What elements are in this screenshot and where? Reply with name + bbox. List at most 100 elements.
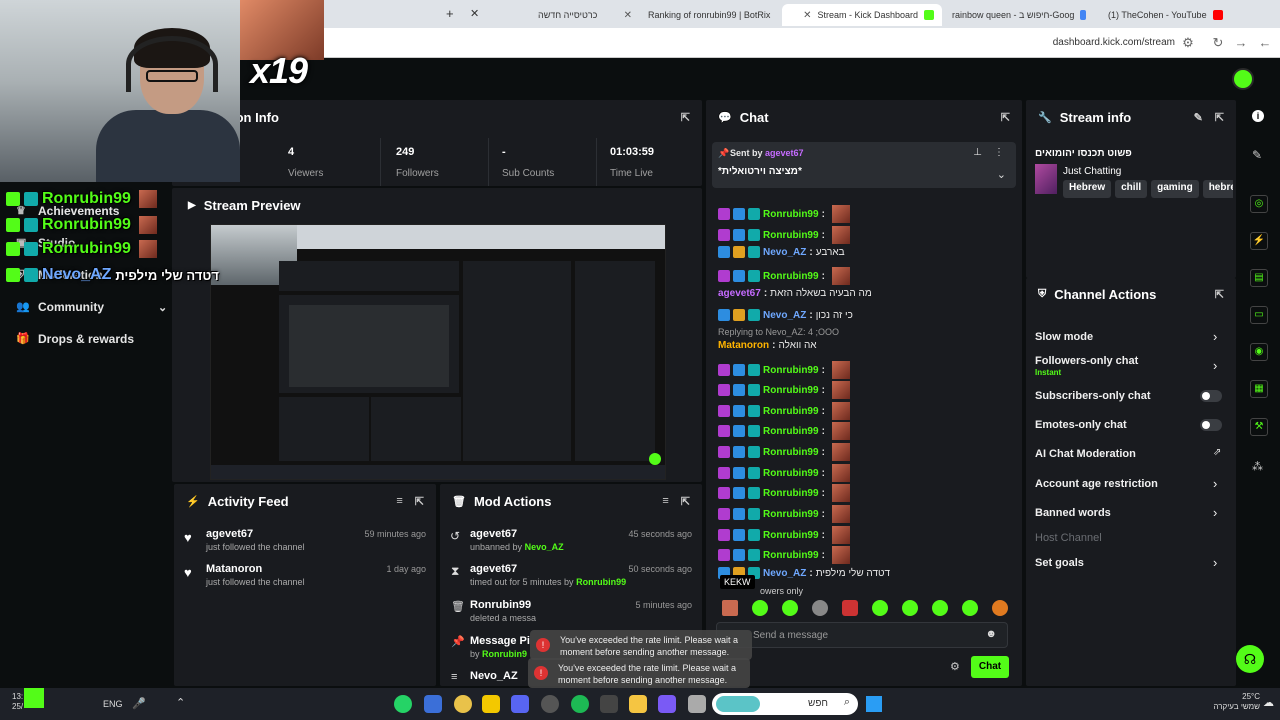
- emote-icon[interactable]: [812, 600, 828, 616]
- mod-action-name[interactable]: Nevo_AZ: [470, 670, 518, 682]
- close-icon[interactable]: ✕: [803, 10, 811, 21]
- expand-icon[interactable]: ⇱: [681, 111, 690, 124]
- subscribers-only-item[interactable]: Subscribers-only chat: [1035, 390, 1151, 402]
- chat-username[interactable]: Ronrubin99: [763, 385, 819, 396]
- chevron-right-icon[interactable]: ›: [1213, 555, 1217, 570]
- filter-icon[interactable]: ≡: [662, 495, 668, 508]
- emote-icon[interactable]: [842, 600, 858, 616]
- chat-username[interactable]: Ronrubin99: [763, 209, 819, 220]
- chevron-down-icon[interactable]: ⌄: [997, 168, 1006, 181]
- weather-widget[interactable]: 25°C שמשי בעיקרה: [1213, 692, 1260, 712]
- chat-username[interactable]: Ronrubin99: [763, 509, 819, 520]
- layout-icon[interactable]: ▦: [1250, 380, 1268, 398]
- mod-action-name[interactable]: agevet67: [470, 528, 517, 540]
- chat-username[interactable]: Nevo_AZ: [763, 568, 806, 579]
- chat-username[interactable]: Matanoron: [718, 340, 769, 351]
- ai-moderation-item[interactable]: AI Chat Moderation: [1035, 448, 1136, 460]
- tab-kick-dashboard[interactable]: Stream - Kick Dashboard ✕: [782, 4, 942, 26]
- emoji-icon[interactable]: ☻: [985, 628, 997, 640]
- focus-icon[interactable]: ◎: [1250, 195, 1268, 213]
- expand-icon[interactable]: ⇱: [1215, 111, 1224, 124]
- emote-icon[interactable]: [722, 600, 738, 616]
- lightning-icon[interactable]: ⚡: [1250, 232, 1268, 250]
- chat-username[interactable]: Nevo_AZ: [763, 310, 806, 321]
- site-settings-icon[interactable]: ⚙: [1179, 34, 1197, 52]
- chevron-up-icon[interactable]: ⌃: [176, 696, 185, 709]
- app-icon[interactable]: [541, 695, 559, 713]
- expand-icon[interactable]: ⇱: [1001, 111, 1010, 124]
- emote-icon[interactable]: [962, 600, 978, 616]
- app-icon[interactable]: [688, 695, 706, 713]
- banned-words-item[interactable]: Banned words: [1035, 507, 1111, 519]
- chat-username[interactable]: Ronrubin99: [763, 365, 819, 376]
- chat-username[interactable]: Ronrubin99: [763, 230, 819, 241]
- expand-icon[interactable]: ⇱: [681, 495, 690, 508]
- feed-name[interactable]: Matanoron: [206, 563, 262, 575]
- users-icon[interactable]: ⁂: [1252, 460, 1263, 473]
- url-text[interactable]: dashboard.kick.com/stream: [1053, 37, 1175, 48]
- emote-icon[interactable]: [782, 600, 798, 616]
- emotes-only-item[interactable]: Emotes-only chat: [1035, 419, 1127, 431]
- emote-icon[interactable]: [872, 600, 888, 616]
- discord-icon[interactable]: [511, 695, 529, 713]
- lang-indicator[interactable]: ENG: [103, 699, 123, 709]
- edit-icon[interactable]: ✎: [1194, 111, 1203, 124]
- new-tab-button[interactable]: +: [446, 6, 454, 21]
- filter-icon[interactable]: ≡: [396, 495, 402, 508]
- sidebar-item-community[interactable]: 👥 Community ⌄: [16, 300, 167, 314]
- emote-icon[interactable]: [902, 600, 918, 616]
- tab-botrix[interactable]: Ranking of ronrubin99 | BotRix: [640, 4, 780, 26]
- tag[interactable]: chill: [1115, 180, 1148, 198]
- expand-icon[interactable]: ⇱: [1215, 288, 1224, 301]
- chevron-right-icon[interactable]: ›: [1213, 358, 1217, 373]
- mod-action-name[interactable]: Message Pi: [470, 635, 530, 647]
- app-icon[interactable]: [482, 695, 500, 713]
- app-icon[interactable]: [658, 695, 676, 713]
- chevron-right-icon[interactable]: ›: [1213, 476, 1217, 491]
- folder-icon[interactable]: [629, 695, 647, 713]
- chrome-icon[interactable]: [454, 695, 472, 713]
- reload-icon[interactable]: ↻: [1209, 34, 1227, 52]
- tag[interactable]: hebre: [1202, 180, 1233, 198]
- support-icon[interactable]: ☊: [1236, 645, 1264, 673]
- whatsapp-icon[interactable]: [394, 695, 412, 713]
- chevron-right-icon[interactable]: ›: [1213, 505, 1217, 520]
- emotes-only-toggle[interactable]: [1200, 419, 1222, 431]
- document-icon[interactable]: ▤: [1250, 269, 1268, 287]
- pinned-message[interactable]: 📌 Sent by agevet67 *מציצה וירטואלית* ⊥ ⋮…: [712, 142, 1016, 188]
- tag[interactable]: Hebrew: [1063, 180, 1112, 198]
- slow-mode-item[interactable]: Slow mode: [1035, 331, 1093, 343]
- pencil-icon[interactable]: ✎: [1252, 148, 1262, 162]
- close-icon[interactable]: ✕: [624, 10, 632, 21]
- emote-icon[interactable]: [752, 600, 768, 616]
- sidebar-item-drops[interactable]: 🎁 Drops & rewards: [16, 332, 134, 346]
- external-link-icon[interactable]: ⇗: [1213, 447, 1221, 458]
- tab-google[interactable]: rainbow queen - חיפוש ב-Goog: [944, 4, 1094, 26]
- back-icon[interactable]: ←: [1256, 34, 1274, 52]
- tag[interactable]: gaming: [1151, 180, 1199, 198]
- store-icon[interactable]: [600, 695, 618, 713]
- emote-icon[interactable]: [992, 600, 1008, 616]
- chat-username[interactable]: Nevo_AZ: [763, 247, 806, 258]
- category-name[interactable]: Just Chatting: [1063, 166, 1121, 177]
- more-icon[interactable]: ⋮: [994, 147, 1004, 158]
- account-age-item[interactable]: Account age restriction: [1035, 478, 1158, 490]
- close-icon[interactable]: ✕: [470, 7, 479, 20]
- tab-new[interactable]: כרטיסייה חדשה ✕: [530, 4, 640, 26]
- chat-username[interactable]: Ronrubin99: [763, 406, 819, 417]
- mod-action-name[interactable]: Ronrubin99: [470, 599, 531, 611]
- info-icon[interactable]: i: [1252, 110, 1264, 122]
- tab-youtube[interactable]: (1) TheCohen - YouTube: [1100, 4, 1250, 26]
- chat-username[interactable]: agevet67: [718, 288, 761, 299]
- chat-input[interactable]: Send a message ☻: [716, 622, 1008, 648]
- forward-icon[interactable]: →: [1232, 34, 1250, 52]
- followers-only-item[interactable]: Followers-only chat: [1035, 355, 1138, 367]
- mic-icon[interactable]: 🎤: [132, 697, 146, 710]
- wrench-icon[interactable]: ⚒: [1250, 418, 1268, 436]
- chat-username[interactable]: Ronrubin99: [763, 468, 819, 479]
- chat-username[interactable]: Ronrubin99: [763, 447, 819, 458]
- chat-username[interactable]: Ronrubin99: [763, 426, 819, 437]
- windows-start-icon[interactable]: [866, 696, 882, 712]
- chevron-right-icon[interactable]: ›: [1213, 329, 1217, 344]
- expand-icon[interactable]: ⇱: [415, 495, 424, 508]
